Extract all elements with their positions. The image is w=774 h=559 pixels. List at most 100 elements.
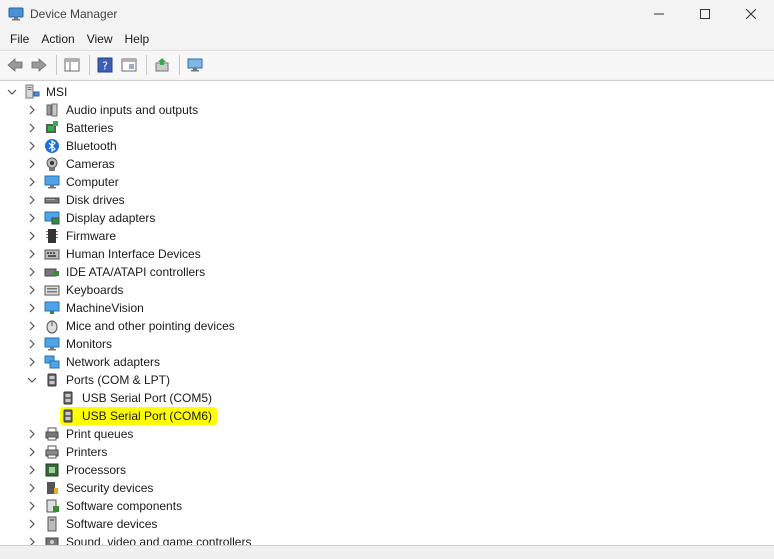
expand-chevron-icon[interactable] [26,533,38,545]
tree-item-usb-serial-port-com5[interactable]: USB Serial Port (COM5) [60,389,214,407]
expand-chevron-icon[interactable] [26,497,38,515]
maximize-icon [700,9,710,19]
show-hidden-button[interactable] [118,54,140,76]
forward-button[interactable] [28,54,50,76]
minimize-icon [654,13,664,15]
expand-chevron-icon[interactable] [26,191,38,209]
collapse-chevron-icon[interactable] [26,371,38,389]
device-tree[interactable]: MSI Audio inputs and outputs Batteries Blu… [0,80,774,545]
expand-chevron-icon[interactable] [26,173,38,191]
menu-bar: File Action View Help [0,28,774,50]
tree-item-print-queues[interactable]: Print queues [26,425,135,443]
expand-chevron-icon[interactable] [26,101,38,119]
expand-chevron-icon[interactable] [26,443,38,461]
firmware-icon [44,228,60,244]
toolbar: ? [0,50,774,78]
update-driver-button[interactable] [151,54,173,76]
help-icon: ? [97,57,113,72]
tree-item-software-devices[interactable]: Software devices [26,515,159,533]
expand-chevron-icon[interactable] [26,137,38,155]
properties-pane-button[interactable] [61,54,83,76]
tree-item-label: Security devices [66,481,154,495]
tree-item-firmware[interactable]: Firmware [26,227,118,245]
expand-chevron-icon[interactable] [26,245,38,263]
battery-icon [44,120,60,136]
tree-item-display-adapters[interactable]: Display adapters [26,209,157,227]
tree-item-network-adapters[interactable]: Network adapters [26,353,162,371]
expand-chevron-icon[interactable] [26,317,38,335]
device-manager-icon [8,6,24,22]
tree-item-audio-inputs-and-outputs[interactable]: Audio inputs and outputs [26,101,200,119]
hid-icon [44,246,60,262]
tree-item-label: Batteries [66,121,114,135]
maximize-button[interactable] [682,0,728,28]
expand-chevron-icon[interactable] [26,281,38,299]
tree-item-machinevision[interactable]: MachineVision [26,299,146,317]
speaker-icon [44,102,60,118]
tree-item-mice-and-other-pointing-devices[interactable]: Mice and other pointing devices [26,317,237,335]
expand-chevron-icon[interactable] [26,227,38,245]
expand-chevron-icon[interactable] [26,479,38,497]
tree-item-usb-serial-port-com6[interactable]: USB Serial Port (COM6) [60,407,218,425]
disk-icon [44,192,60,208]
collapse-chevron-icon[interactable] [6,83,18,101]
processor-icon [44,462,60,478]
tree-item-label: Bluetooth [66,139,117,153]
expand-chevron-icon[interactable] [26,335,38,353]
tree-item-software-components[interactable]: Software components [26,497,184,515]
tree-item-batteries[interactable]: Batteries [26,119,115,137]
tree-item-computer[interactable]: Computer [26,173,121,191]
tree-item-monitors[interactable]: Monitors [26,335,114,353]
expand-chevron-icon[interactable] [26,119,38,137]
tree-item-cameras[interactable]: Cameras [26,155,117,173]
tree-root[interactable]: MSI [6,83,69,101]
tree-item-disk-drives[interactable]: Disk drives [26,191,127,209]
tree-item-label: USB Serial Port (COM6) [80,407,215,425]
tree-item-security-devices[interactable]: Security devices [26,479,155,497]
back-button[interactable] [4,54,26,76]
computer-icon [44,174,60,190]
expand-chevron-icon[interactable] [26,425,38,443]
tree-item-ports-com-lpt[interactable]: Ports (COM & LPT) [26,371,172,389]
scan-hardware-button[interactable] [184,54,206,76]
tree-item-ide-ata-atapi-controllers[interactable]: IDE ATA/ATAPI controllers [26,263,207,281]
network-icon [44,354,60,370]
toolbar-separator [146,54,147,75]
tree-item-keyboards[interactable]: Keyboards [26,281,125,299]
back-icon [7,57,23,72]
menu-help[interactable]: Help [119,28,156,50]
tree-item-processors[interactable]: Processors [26,461,128,479]
menu-view[interactable]: View [81,28,119,50]
tree-item-sound-video-and-game-controllers[interactable]: Sound, video and game controllers [26,533,253,545]
expand-chevron-icon[interactable] [26,299,38,317]
show-hidden-icon [121,58,137,71]
tree-item-bluetooth[interactable]: Bluetooth [26,137,119,155]
menu-action[interactable]: Action [35,28,80,50]
tree-item-label: Print queues [66,427,134,441]
tree-item-label: Network adapters [66,355,161,369]
menu-file[interactable]: File [4,28,35,50]
tree-item-human-interface-devices[interactable]: Human Interface Devices [26,245,203,263]
tree-item-label: Disk drives [66,193,125,207]
machinevision-icon [44,300,60,316]
minimize-button[interactable] [636,0,682,28]
port-icon [60,408,76,424]
expand-chevron-icon[interactable] [26,155,38,173]
expand-chevron-icon[interactable] [26,209,38,227]
tree-root-label: MSI [46,85,68,99]
expand-chevron-icon[interactable] [26,263,38,281]
help-button[interactable]: ? [94,54,116,76]
port-icon [44,372,60,388]
svg-text:?: ? [102,59,108,72]
scan-hardware-icon [187,58,203,71]
toolbar-separator [89,54,90,75]
expand-chevron-icon[interactable] [26,515,38,533]
close-button[interactable] [728,0,774,28]
port-icon [60,390,76,406]
expand-chevron-icon[interactable] [26,353,38,371]
security-icon [44,480,60,496]
expand-chevron-icon[interactable] [26,461,38,479]
tree-item-printers[interactable]: Printers [26,443,109,461]
software-device-icon [44,516,60,532]
keyboard-icon [44,282,60,298]
